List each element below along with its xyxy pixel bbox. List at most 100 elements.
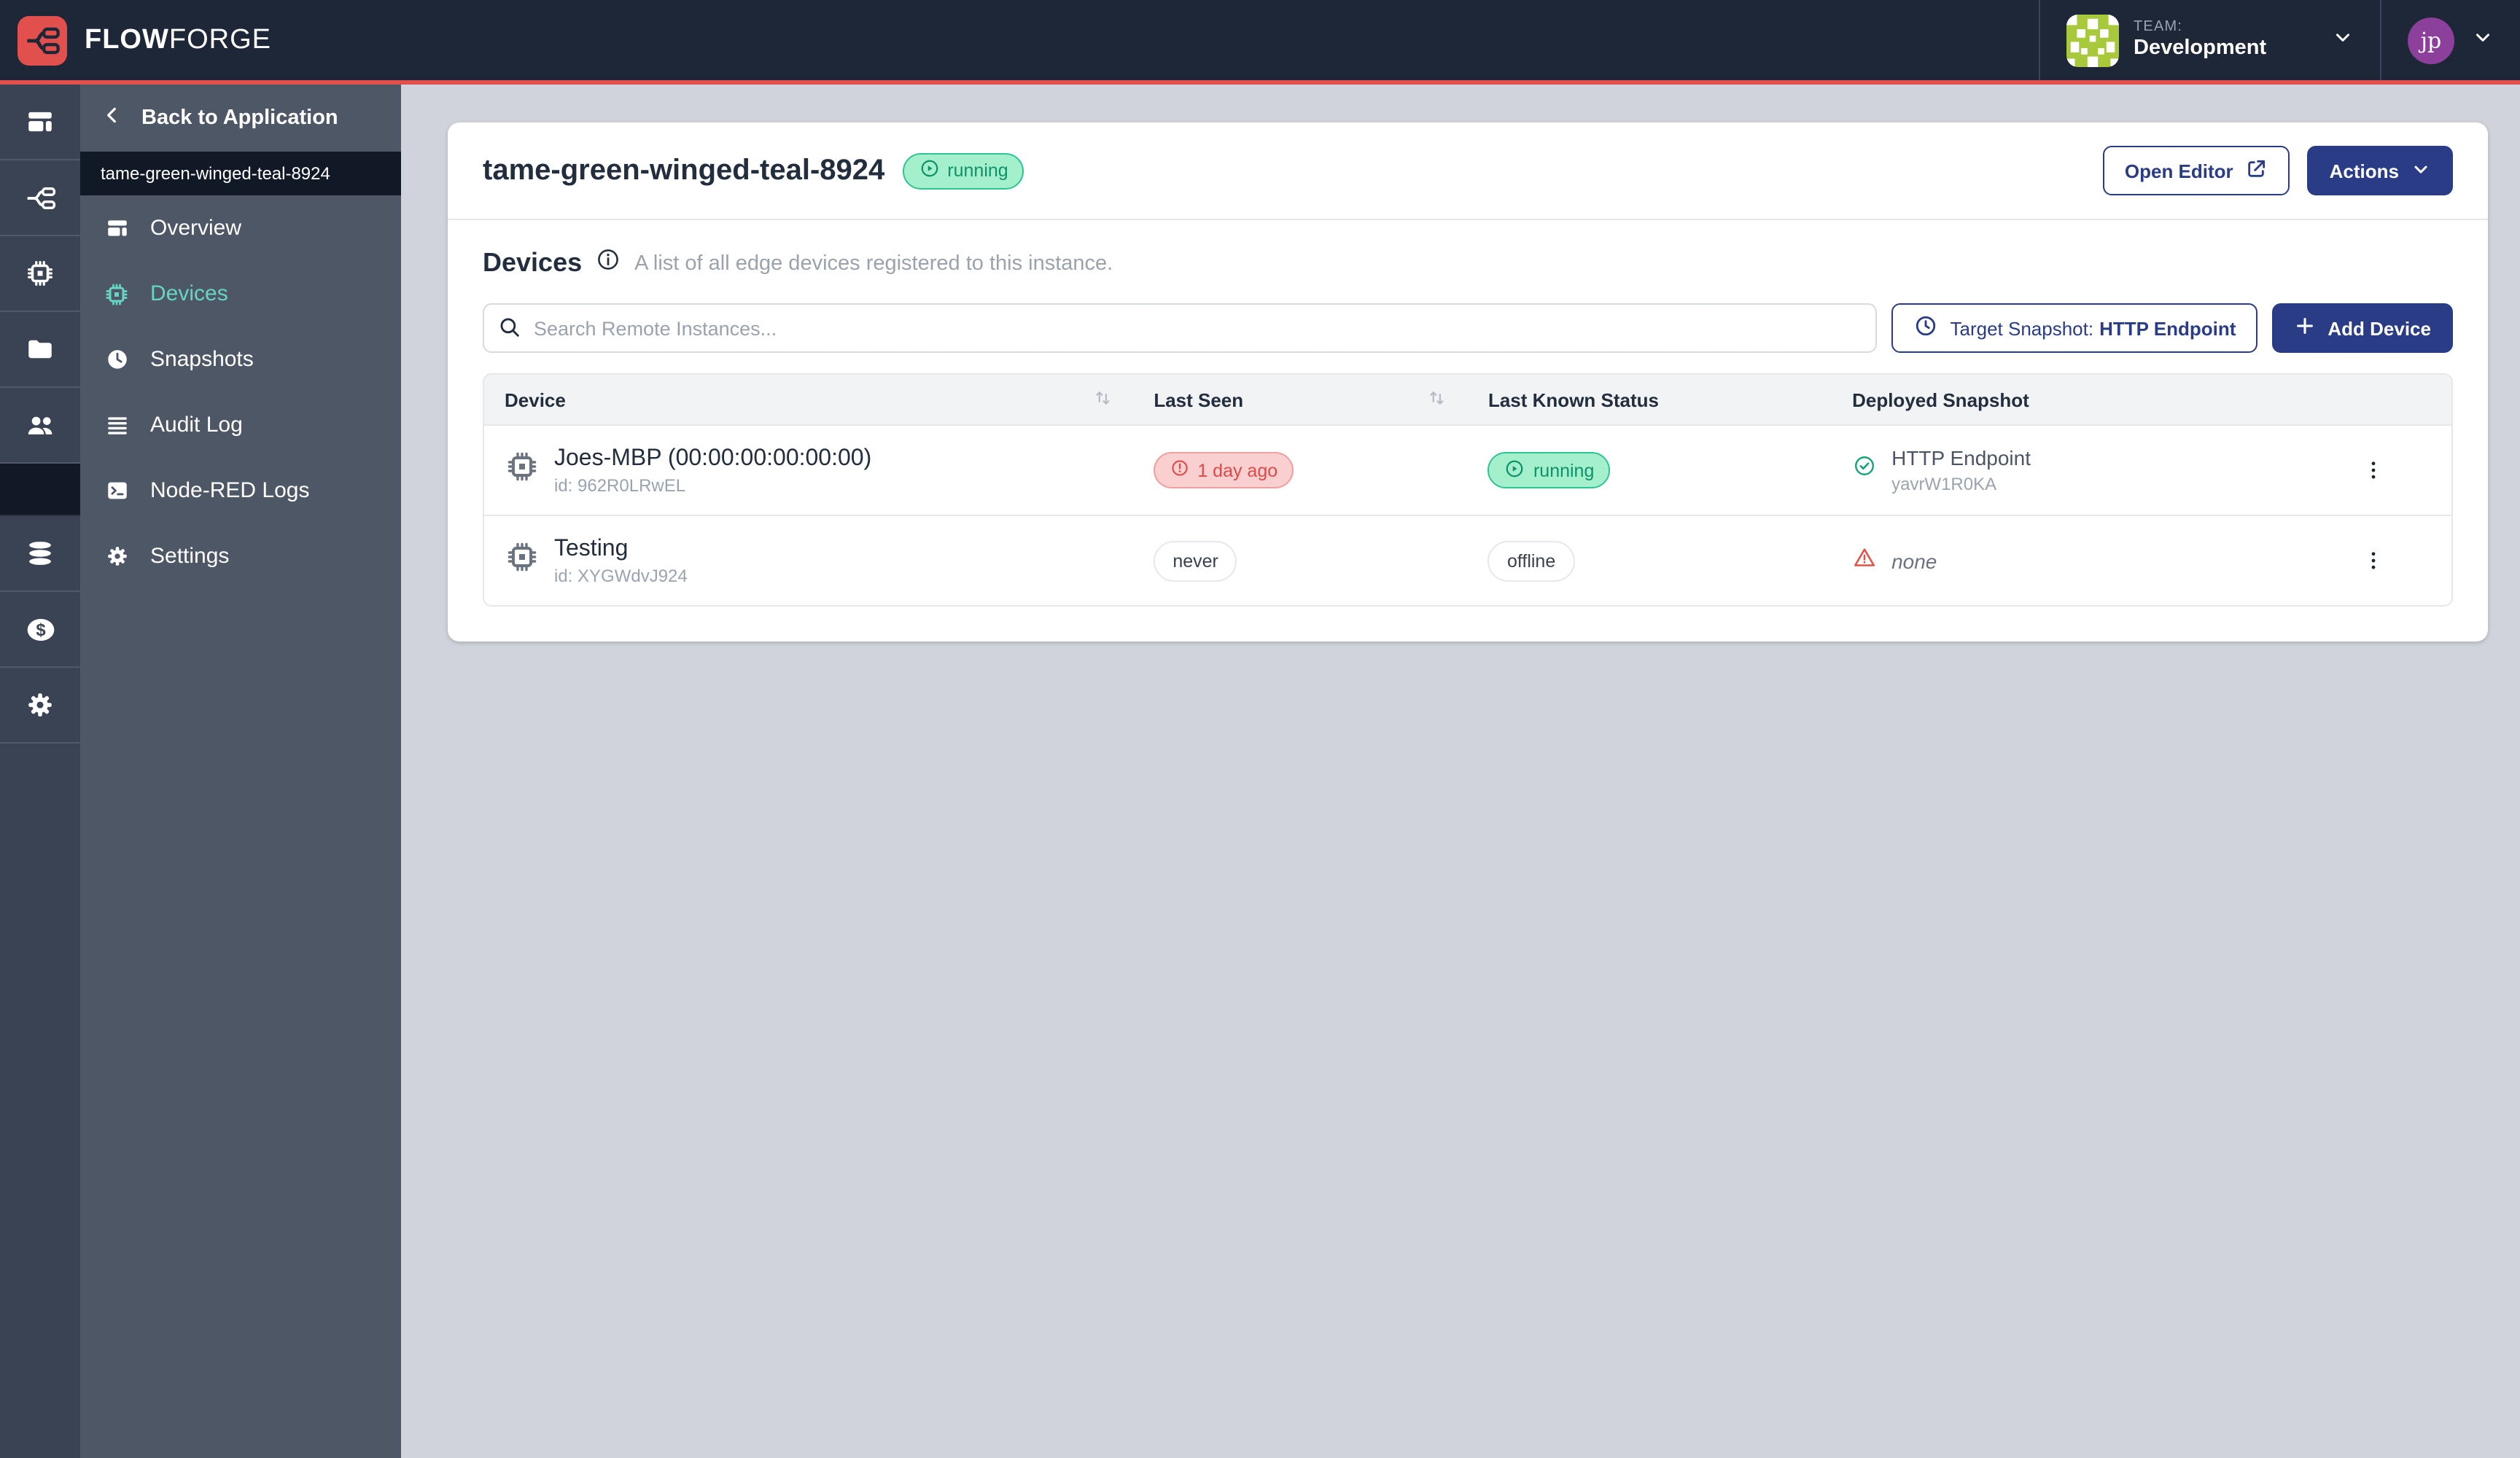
- table-row[interactable]: Joes-MBP (00:00:00:00:00:00) id: 962R0LR…: [484, 424, 2451, 515]
- pipeline-icon: [24, 182, 56, 214]
- dollar-coin-icon: $: [24, 613, 56, 645]
- target-snapshot-button[interactable]: Target Snapshot: HTTP Endpoint: [1892, 303, 2258, 353]
- target-snapshot-label: Target Snapshot:: [1951, 317, 2094, 339]
- sidebar-item-label: Snapshots: [150, 347, 254, 372]
- kebab-menu-button[interactable]: [2352, 539, 2394, 582]
- add-device-button[interactable]: Add Device: [2272, 303, 2453, 353]
- user-avatar: jp: [2408, 17, 2454, 63]
- column-label: Last Seen: [1154, 389, 1243, 410]
- sidebar-item-audit-log[interactable]: Audit Log: [80, 392, 401, 458]
- status-label: offline: [1507, 550, 1555, 571]
- gear-icon: [104, 544, 130, 569]
- column-header-last-seen[interactable]: Last Seen: [1133, 387, 1468, 412]
- devices-section-head: Devices A list of all edge devices regis…: [483, 246, 2453, 280]
- back-label: Back to Application: [141, 106, 338, 130]
- team-label: TEAM:: [2134, 19, 2266, 36]
- search-input[interactable]: [483, 303, 1878, 353]
- rail-item-library[interactable]: [0, 312, 80, 388]
- team-text: TEAM: Development: [2134, 19, 2266, 62]
- sidebar-item-devices[interactable]: Devices: [80, 261, 401, 327]
- last-seen-badge: 1 day ago: [1154, 452, 1294, 488]
- plus-icon: [2294, 315, 2316, 341]
- info-icon[interactable]: [595, 246, 621, 280]
- snapshot-identity: HTTP Endpoint yavrW1R0KA: [1891, 445, 2031, 496]
- team-avatar: [2066, 14, 2119, 66]
- team-selector[interactable]: TEAM: Development: [2039, 0, 2381, 80]
- play-circle-icon: [918, 157, 940, 184]
- row-actions-cell: [2294, 539, 2451, 582]
- status-badge: running: [1488, 452, 1610, 488]
- add-device-label: Add Device: [2328, 317, 2431, 339]
- rail-item-instances[interactable]: [0, 160, 80, 236]
- sidebar-item-settings[interactable]: Settings: [80, 523, 401, 589]
- list-lines-icon: [104, 413, 130, 437]
- device-identity: Testing id: XYGWdvJ924: [554, 533, 688, 588]
- column-header-status: Last Known Status: [1468, 389, 1832, 410]
- instance-card: tame-green-winged-teal-8924 running Open…: [448, 122, 2488, 642]
- sidebar-item-overview[interactable]: Overview: [80, 195, 401, 261]
- clock-icon: [104, 347, 130, 372]
- snapshot-name: HTTP Endpoint: [1891, 445, 2031, 472]
- rail-item-billing[interactable]: $: [0, 592, 80, 668]
- user-menu[interactable]: jp: [2381, 0, 2520, 80]
- chevron-left-icon: [101, 103, 124, 133]
- instance-header: tame-green-winged-teal-8924 running Open…: [448, 122, 2488, 219]
- rail-section-divider: [0, 464, 80, 516]
- column-label: Last Known Status: [1488, 389, 1659, 410]
- devices-section: Devices A list of all edge devices regis…: [448, 220, 2488, 642]
- status-badge: offline: [1488, 540, 1574, 581]
- device-cell: Testing id: XYGWdvJ924: [484, 533, 1133, 588]
- rail-item-broker[interactable]: [0, 516, 80, 592]
- sidebar-item-label: Audit Log: [150, 413, 243, 437]
- overview-grid-icon: [104, 216, 130, 241]
- actions-button[interactable]: Actions: [2308, 146, 2453, 195]
- main-content: tame-green-winged-teal-8924 running Open…: [401, 85, 2520, 1458]
- database-icon: [25, 538, 55, 569]
- status-badge-label: running: [947, 160, 1008, 181]
- column-header-device[interactable]: Device: [484, 387, 1133, 412]
- column-label: Deployed Snapshot: [1852, 389, 2029, 410]
- status-cell: running: [1468, 452, 1832, 488]
- open-editor-button[interactable]: Open Editor: [2103, 146, 2290, 195]
- status-cell: offline: [1468, 540, 1832, 581]
- device-name: Testing: [554, 533, 688, 564]
- last-seen-cell: 1 day ago: [1133, 452, 1468, 488]
- app-body: $: [0, 85, 2520, 1458]
- devices-toolbar: Target Snapshot: HTTP Endpoint Add Devic…: [483, 303, 2453, 353]
- devices-description: A list of all edge devices registered to…: [634, 252, 1113, 275]
- sidebar-item-label: Settings: [150, 544, 229, 569]
- kebab-menu-button[interactable]: [2352, 449, 2394, 491]
- sidebar-item-label: Node-RED Logs: [150, 478, 309, 503]
- folder-icon: [25, 334, 55, 364]
- last-seen-label: never: [1172, 550, 1218, 571]
- gear-icon: [25, 690, 55, 720]
- external-link-icon: [2245, 157, 2268, 184]
- rail-item-devices[interactable]: [0, 236, 80, 312]
- chevron-down-icon: [2332, 26, 2354, 55]
- sidebar-item-node-red-logs[interactable]: Node-RED Logs: [80, 458, 401, 523]
- device-identity: Joes-MBP (00:00:00:00:00:00) id: 962R0LR…: [554, 443, 871, 498]
- status-badge: running: [902, 152, 1024, 189]
- back-to-application[interactable]: Back to Application: [80, 85, 401, 152]
- rail-item-applications[interactable]: [0, 85, 80, 160]
- last-seen-label: 1 day ago: [1197, 460, 1278, 480]
- terminal-icon: [104, 478, 130, 503]
- users-icon: [24, 409, 56, 441]
- clock-icon: [1914, 313, 1939, 343]
- chip-icon: [505, 539, 540, 582]
- overview-grid-icon: [25, 106, 55, 137]
- rail-item-team-settings[interactable]: [0, 668, 80, 744]
- table-row[interactable]: Testing id: XYGWdvJ924 never: [484, 515, 2451, 605]
- device-name: Joes-MBP (00:00:00:00:00:00): [554, 443, 871, 474]
- last-seen-cell: never: [1133, 540, 1468, 581]
- chip-icon: [505, 449, 540, 491]
- svg-text:$: $: [35, 620, 44, 639]
- brand[interactable]: FLOWFORGE: [0, 15, 271, 65]
- last-seen-badge: never: [1154, 540, 1237, 581]
- target-snapshot-value: HTTP Endpoint: [2099, 317, 2236, 339]
- rail-item-members[interactable]: [0, 388, 80, 464]
- snapshot-name: none: [1891, 549, 1937, 572]
- sidebar-item-snapshots[interactable]: Snapshots: [80, 327, 401, 392]
- row-actions-cell: [2294, 449, 2451, 491]
- play-circle-icon: [1504, 457, 1526, 483]
